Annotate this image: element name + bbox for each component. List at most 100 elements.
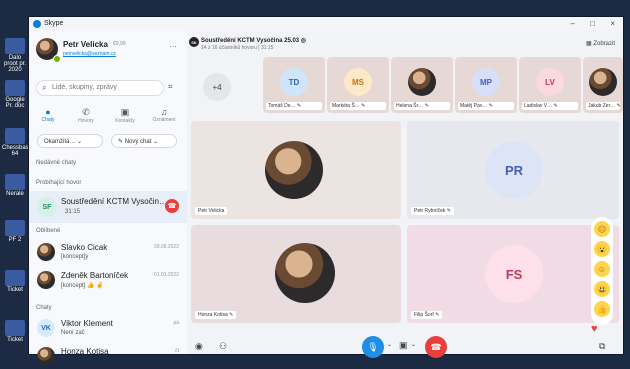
- list-item[interactable]: Zdeněk Bartoníček [koncept] 👍 ✌ 01.01.20…: [29, 267, 187, 293]
- search-placeholder: Lidé, skupiny, zprávy: [52, 84, 117, 91]
- shortcut-icon: [5, 174, 25, 190]
- avatar: VK: [37, 319, 55, 337]
- share-screen-icon[interactable]: ⧉: [599, 341, 605, 352]
- message-date: pá: [173, 320, 179, 326]
- heart-reaction-icon[interactable]: ♥: [591, 323, 598, 335]
- group-avatar: SF: [37, 197, 57, 217]
- window-title: Skype: [44, 20, 64, 27]
- profile-balance: €0,00: [113, 41, 126, 47]
- desktop-icon[interactable]: Ticket: [2, 320, 28, 343]
- participant-photo: [275, 243, 335, 303]
- participant-photo: [589, 68, 617, 96]
- desktop-icon[interactable]: PF 2: [2, 220, 28, 243]
- desktop-icon[interactable]: Dalo proot pr. 2020: [2, 38, 28, 73]
- close-button[interactable]: ×: [610, 19, 615, 28]
- participant-initials: MS: [344, 68, 372, 96]
- participant-name: Petr Velicka: [195, 207, 228, 215]
- tab-calls[interactable]: ✆ Hovory: [73, 107, 99, 124]
- desktop-icon-label: Ticket: [7, 337, 23, 343]
- desktop-icon[interactable]: Ticket: [2, 270, 28, 293]
- participant-thumbnail[interactable]: MP Matěj Pav… ✎: [455, 57, 517, 113]
- participant-initials: PR: [485, 141, 543, 199]
- desktop-icon[interactable]: Google Pr. doc: [2, 80, 28, 109]
- tab-chats[interactable]: ● Chaty: [35, 107, 61, 123]
- search-input[interactable]: ⌕ Lidé, skupiny, zprávy: [36, 80, 164, 96]
- desktop-icon-label: Nerale: [6, 191, 24, 197]
- tab-notifications[interactable]: ♫ Oznámení: [151, 107, 177, 123]
- section-ongoing-call: Probíhající hovor: [36, 180, 82, 186]
- participant-thumbnail[interactable]: MS Markéta Š… ✎: [327, 57, 389, 113]
- participant-thumbnail[interactable]: Helena Šr… ✎: [391, 57, 453, 113]
- participant-thumbnail[interactable]: Jakub Zer… ✎: [583, 57, 623, 113]
- video-tile[interactable]: Petr Velicka: [191, 121, 401, 219]
- microphone-button[interactable]: 🎙: [362, 336, 384, 358]
- camera-button[interactable]: ▣: [399, 340, 408, 351]
- participant-name: Jakub Zer… ✎: [586, 102, 620, 110]
- participant-thumbnail[interactable]: LV Ladislav V… ✎: [519, 57, 581, 113]
- chevron-down-icon[interactable]: ⌄: [387, 341, 392, 348]
- profile-name[interactable]: Petr Velicka: [63, 40, 108, 49]
- avatar: [37, 347, 55, 365]
- new-chat-button[interactable]: ✎ Nový chat ⌄: [111, 134, 177, 148]
- list-item[interactable]: VK Viktor Klement Není zač pá: [29, 315, 187, 341]
- title-bar: Skype – □ ×: [29, 17, 623, 31]
- desktop-icon-label: Ticket: [7, 287, 23, 293]
- end-call-button[interactable]: ☎: [425, 336, 447, 358]
- video-tile[interactable]: PR Petr Rybníček ✎: [407, 121, 619, 219]
- desktop-icon-label: Dalo proot pr. 2020: [3, 55, 26, 73]
- search-icon: ⌕: [42, 83, 47, 92]
- tab-label: Kontakty: [115, 118, 135, 124]
- participant-thumbnail[interactable]: TD Tomáš De… ✎: [263, 57, 325, 113]
- participant-name: Tomáš De… ✎: [266, 102, 322, 110]
- skype-window: Skype – □ × Petr Velicka €0,00 petrvelic…: [28, 16, 624, 365]
- skype-logo-icon: [33, 20, 41, 28]
- video-tile[interactable]: Honza Kotisa ✎: [191, 225, 401, 323]
- avatar: [37, 243, 55, 261]
- meet-now-label: Okamžitá…: [44, 139, 76, 145]
- meet-now-button[interactable]: Okamžitá… ⌄: [37, 134, 103, 148]
- shortcut-icon: [5, 320, 25, 336]
- meeting-title[interactable]: Soustředění KCTM Vysočina 25.03 ◎: [201, 37, 306, 44]
- tab-label: Oznámení: [152, 117, 176, 123]
- ongoing-call-row[interactable]: SF Soustředění KCTM Vysočin… 31:15 ☎: [29, 191, 187, 223]
- presence-indicator: [53, 55, 61, 63]
- video-tile[interactable]: FS Filip Šorf ✎: [407, 225, 619, 323]
- tab-contacts[interactable]: ▣ Kontakty: [112, 107, 138, 124]
- tab-label: Hovory: [78, 118, 94, 124]
- message-date: čt: [175, 348, 179, 354]
- smile-reaction-icon[interactable]: ☺: [594, 261, 610, 277]
- participant-name: Markéta Š… ✎: [330, 102, 386, 110]
- chevron-down-icon[interactable]: ⌄: [411, 341, 416, 348]
- contacts-icon: ▣: [120, 107, 130, 117]
- desktop-icon-label: Google Pr. doc: [5, 97, 25, 109]
- call-view: SK Soustředění KCTM Vysočina 25.03 ◎ 14 …: [187, 31, 623, 358]
- record-icon[interactable]: ◉: [195, 341, 203, 352]
- end-call-icon[interactable]: ☎: [165, 199, 179, 213]
- surprised-reaction-icon[interactable]: 😮: [594, 241, 610, 257]
- desktop-icon[interactable]: Nerale: [2, 174, 28, 197]
- participant-initials: MP: [472, 68, 500, 96]
- maximize-button[interactable]: □: [590, 19, 595, 28]
- profile-email[interactable]: petrvelicka@seznam.cz: [63, 51, 116, 57]
- sidebar: Petr Velicka €0,00 petrvelicka@seznam.cz…: [29, 31, 188, 365]
- shortcut-icon: [5, 270, 25, 286]
- thumbs-up-reaction-icon[interactable]: 👍: [594, 301, 610, 317]
- list-item[interactable]: Honza Kotisa čt: [29, 343, 187, 369]
- more-participants-button[interactable]: +4: [203, 73, 231, 101]
- gallery-view-button[interactable]: ▦ Zobrazit: [586, 40, 615, 47]
- more-options-icon[interactable]: …: [169, 40, 177, 49]
- laugh-reaction-icon[interactable]: 😃: [594, 281, 610, 297]
- sad-reaction-icon[interactable]: ☹: [594, 221, 610, 237]
- participant-photo: [265, 141, 323, 199]
- desktop-icon[interactable]: Chessbase 64: [2, 128, 32, 157]
- participants-icon[interactable]: ⚇: [219, 341, 227, 352]
- section-recent-chats[interactable]: Nedávné chaty: [36, 160, 76, 166]
- avatar: [37, 271, 55, 289]
- participant-initials: LV: [536, 68, 564, 96]
- participant-name: Matěj Pav… ✎: [458, 102, 514, 110]
- dialpad-icon[interactable]: ⌗: [168, 82, 173, 92]
- list-item[interactable]: Slavko Cicak [koncept]y 20.08.2022: [29, 239, 187, 265]
- participant-initials: FS: [485, 245, 543, 303]
- minimize-button[interactable]: –: [571, 19, 575, 28]
- tab-label: Chaty: [41, 117, 55, 123]
